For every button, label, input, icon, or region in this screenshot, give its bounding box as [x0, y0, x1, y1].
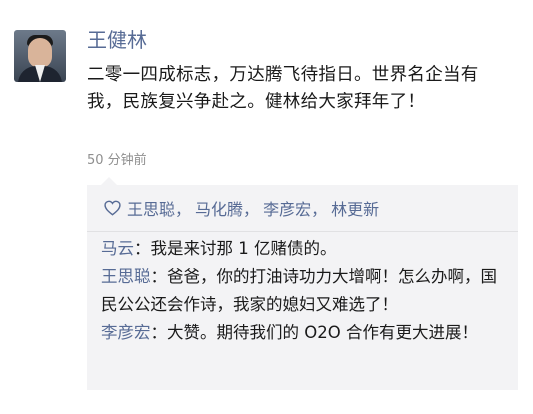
comment-panel: 王思聪， 马化腾， 李彦宏， 林更新 马云：我是来讨那 1 亿赌债的。 王思聪：… [87, 177, 518, 390]
like-separator: ， [243, 200, 260, 219]
like-name[interactable]: 王思聪 [127, 196, 175, 220]
avatar-face [28, 38, 52, 68]
comment-colon: ： [150, 323, 168, 342]
like-name[interactable]: 马化腾 [195, 196, 243, 220]
comment-list: 马云：我是来讨那 1 亿赌债的。 王思聪：爸爸，你的打油诗功力大增啊！怎么办啊，… [101, 235, 511, 347]
user-avatar[interactable] [14, 30, 66, 82]
comment-author[interactable]: 王思聪 [101, 267, 151, 286]
likes-row: 王思聪， 马化腾， 李彦宏， 林更新 [87, 185, 518, 232]
post-author-name[interactable]: 王健林 [87, 26, 147, 54]
post-text: 二零一四成标志，万达腾飞待指日。世界名企当有我，民族复兴争赴之。健林给大家拜年了… [87, 65, 479, 112]
comment-item[interactable]: 马云：我是来讨那 1 亿赌债的。 [101, 235, 511, 263]
like-separator: ， [175, 200, 192, 219]
likes-names: 王思聪， 马化腾， 李彦宏， 林更新 [127, 196, 379, 220]
comment-item[interactable]: 李彦宏：大赞。期待我们的 O2O 合作有更大进展！ [101, 319, 511, 347]
comment-text: 我是来讨那 1 亿赌债的。 [150, 239, 337, 258]
comment-item[interactable]: 王思聪：爸爸，你的打油诗功力大增啊！怎么办啊，国民公公还会作诗，我家的媳妇又难选… [101, 263, 511, 319]
comment-author[interactable]: 李彦宏 [101, 323, 151, 342]
comment-colon: ： [134, 239, 151, 258]
like-name[interactable]: 李彦宏 [263, 196, 311, 220]
like-name[interactable]: 林更新 [331, 196, 379, 220]
heart-icon [104, 200, 121, 216]
like-separator: ， [311, 200, 328, 219]
comment-colon: ： [150, 267, 168, 286]
comment-text: 大赞。期待我们的 O2O 合作有更大进展！ [167, 323, 478, 342]
post-timestamp: 50 分钟前 [87, 153, 147, 168]
comment-author[interactable]: 马云 [101, 239, 134, 258]
